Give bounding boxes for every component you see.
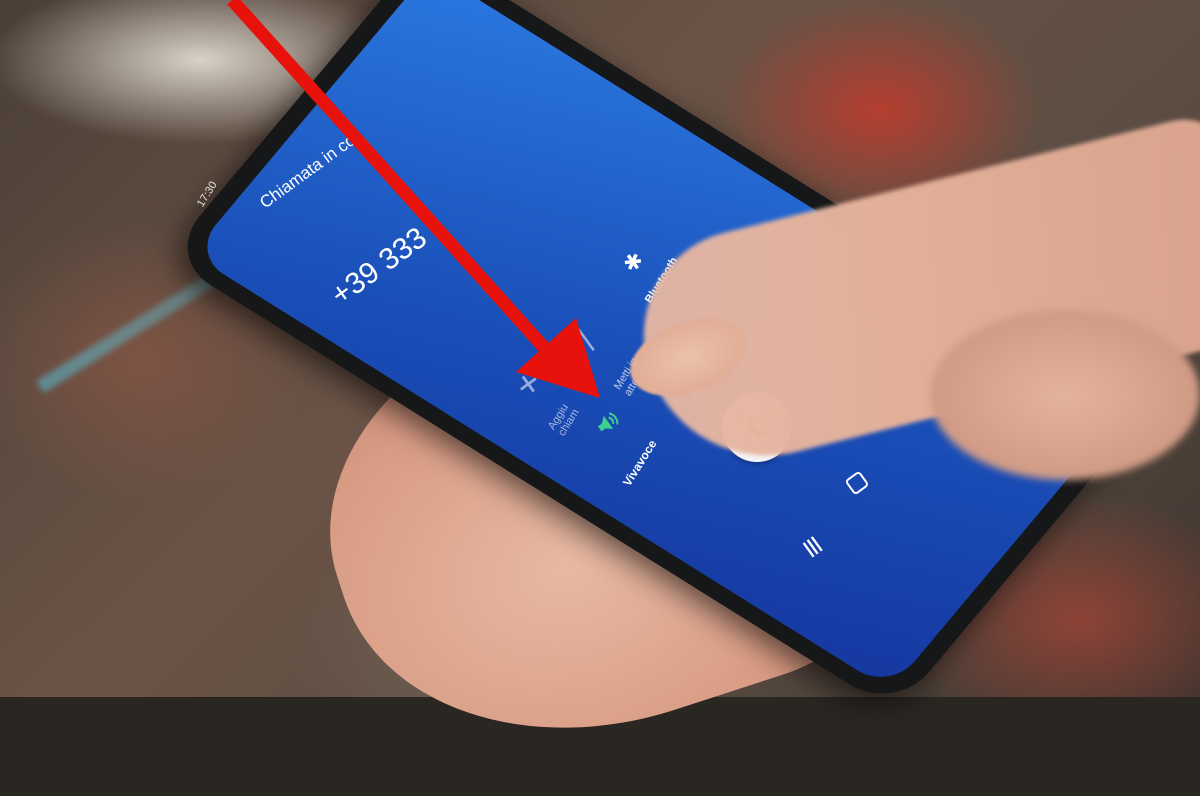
annotation-arrow	[227, 0, 600, 398]
